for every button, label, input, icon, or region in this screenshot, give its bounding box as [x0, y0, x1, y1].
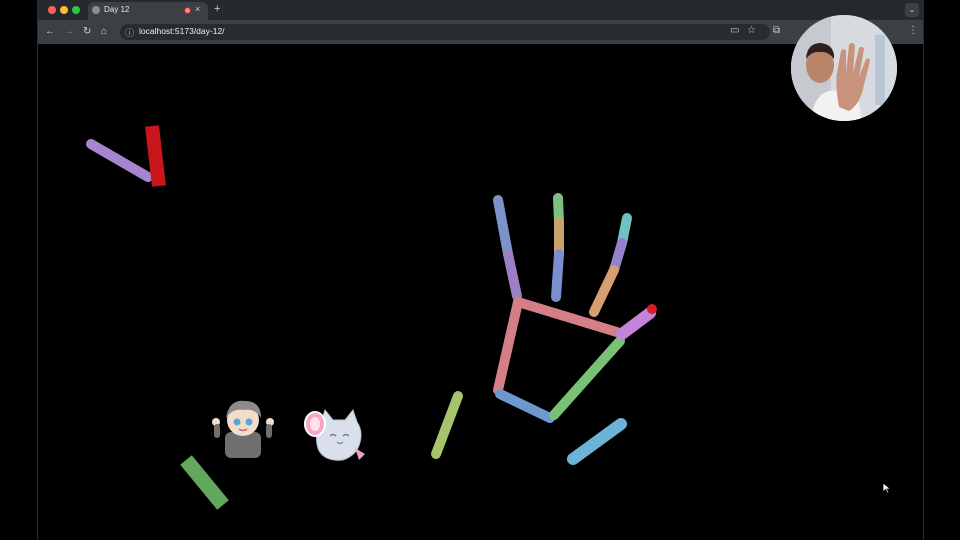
palm-segment	[495, 389, 555, 423]
new-tab-button[interactable]: +	[214, 3, 220, 15]
palm-segment	[513, 297, 625, 338]
sticker-character-boy	[211, 396, 275, 458]
cast-icon[interactable]: ▭	[730, 25, 739, 36]
reload-button[interactable]: ↻	[83, 25, 91, 39]
extensions-icon[interactable]: ⧉	[773, 25, 780, 36]
back-button[interactable]: ←	[45, 25, 55, 39]
webcam-preview	[791, 15, 897, 121]
floating-rod-red	[145, 125, 166, 187]
floating-rod-green	[180, 455, 229, 510]
sticker-character-cat	[303, 408, 371, 464]
close-tab-button[interactable]: ×	[195, 4, 200, 14]
site-info-icon[interactable]: ⓘ	[125, 26, 134, 39]
finger-ring-segment	[589, 265, 619, 317]
close-window-button[interactable]	[48, 6, 56, 14]
mouse-cursor-icon	[882, 481, 892, 499]
browser-window: Day 12 × + ⌄ ← → ↻ ⌂ ⓘ localhost:5173/da…	[37, 0, 924, 540]
thumb-segment	[616, 307, 656, 340]
finger-index-segment	[493, 195, 513, 259]
recording-icon	[184, 7, 191, 14]
finger-middle-segment	[551, 249, 564, 302]
hand-skeleton	[86, 125, 657, 510]
floating-rod-lime	[431, 391, 463, 459]
floating-rod-cyan	[567, 418, 627, 465]
finger-index-segment	[503, 249, 522, 301]
menu-icon[interactable]: ⋮	[908, 25, 918, 36]
floating-rod-purple	[86, 139, 153, 182]
zoom-window-button[interactable]	[72, 6, 80, 14]
url-text[interactable]: localhost:5173/day-12/	[139, 26, 225, 36]
three-js-canvas[interactable]	[38, 44, 923, 540]
browser-toolbar: ← → ↻ ⌂ ⓘ localhost:5173/day-12/ ▭ ☆ ⧉ ⋮	[38, 20, 923, 44]
tab-bar: Day 12 × + ⌄	[38, 0, 923, 20]
tab-title: Day 12	[104, 5, 130, 14]
forward-button[interactable]: →	[64, 25, 74, 39]
address-bar[interactable]: ⓘ localhost:5173/day-12/ ▭ ☆	[120, 24, 770, 40]
tab-day-12[interactable]: Day 12 ×	[88, 2, 208, 20]
globe-icon	[92, 6, 100, 14]
minimize-window-button[interactable]	[60, 6, 68, 14]
tab-search-button[interactable]: ⌄	[905, 3, 919, 17]
bookmark-star-icon[interactable]: ☆	[747, 25, 756, 36]
palm-segment	[549, 336, 625, 420]
palm-segment	[493, 297, 523, 395]
home-button[interactable]: ⌂	[101, 25, 107, 39]
thumb-tip	[647, 304, 657, 314]
